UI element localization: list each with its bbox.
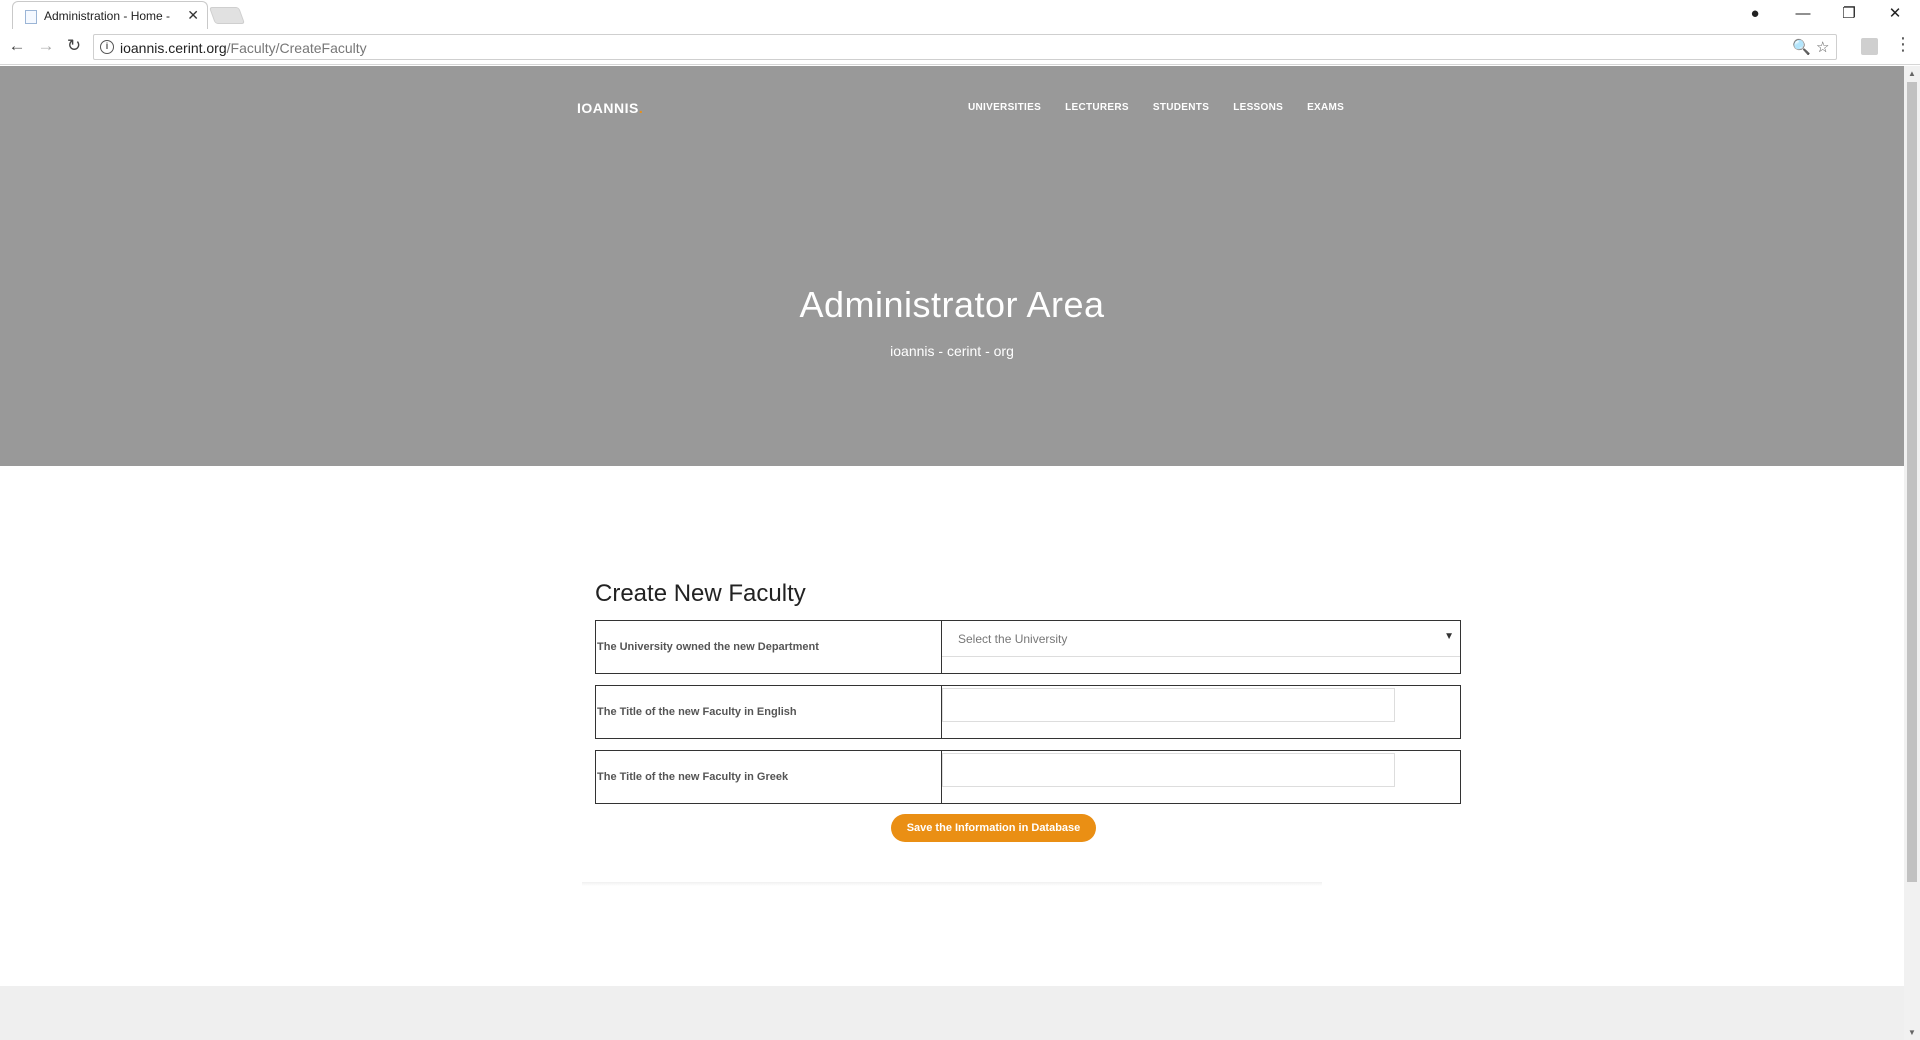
save-button[interactable]: Save the Information in Database [891, 814, 1096, 842]
university-select[interactable]: Select the University ▼ [942, 621, 1460, 657]
chevron-down-icon: ▼ [1444, 631, 1454, 642]
hero-banner: IOANNIS. UNIVERSITIES LECTURERS STUDENTS… [0, 66, 1904, 466]
form-title: Create New Faculty [595, 580, 806, 607]
minimize-button[interactable]: — [1780, 0, 1826, 29]
scroll-up-icon[interactable]: ▲ [1908, 69, 1916, 78]
english-title-row: The Title of the new Faculty in English [595, 685, 1461, 739]
main-nav: UNIVERSITIES LECTURERS STUDENTS LESSONS … [968, 102, 1368, 113]
scrollbar-thumb[interactable] [1907, 82, 1917, 882]
english-title-input[interactable] [942, 688, 1395, 722]
new-tab-button[interactable] [208, 7, 246, 24]
greek-title-input[interactable] [942, 753, 1395, 787]
nav-students[interactable]: STUDENTS [1153, 102, 1209, 113]
brand-name: IOANNIS [577, 100, 639, 116]
page-scrollbar[interactable]: ▲ ▼ [1904, 66, 1920, 1040]
bookmark-star-icon[interactable]: ☆ [1816, 38, 1829, 56]
url-path: /Faculty/CreateFaculty [226, 40, 367, 56]
page-footer [0, 986, 1904, 1040]
nav-exams[interactable]: EXAMS [1307, 102, 1344, 113]
nav-lecturers[interactable]: LECTURERS [1065, 102, 1129, 113]
nav-universities[interactable]: UNIVERSITIES [968, 102, 1041, 113]
url-host: ioannis.cerint.org [120, 40, 227, 56]
close-tab-icon[interactable]: ✕ [187, 7, 199, 24]
site-logo[interactable]: IOANNIS. [577, 100, 643, 116]
restore-button[interactable]: ❐ [1826, 0, 1872, 29]
page-heading: Administrator Area [799, 284, 1105, 325]
university-cell: Select the University ▼ [942, 621, 1460, 673]
scroll-down-icon[interactable]: ▼ [1908, 1028, 1916, 1037]
english-title-cell [942, 686, 1460, 738]
forward-icon[interactable]: → [35, 35, 57, 57]
extension-icon[interactable] [1861, 38, 1878, 55]
url-text[interactable]: ioannis.cerint.org/Faculty/CreateFaculty [120, 40, 367, 56]
section-divider [582, 882, 1322, 886]
greek-title-row: The Title of the new Faculty in Greek [595, 750, 1461, 804]
address-bar[interactable]: i ioannis.cerint.org/Faculty/CreateFacul… [93, 34, 1837, 60]
back-icon[interactable]: ← [6, 35, 28, 57]
tab-title: Administration - Home - [44, 9, 171, 23]
university-select-value: Select the University [958, 632, 1068, 646]
browser-toolbar: ← → ↻ i ioannis.cerint.org/Faculty/Creat… [0, 29, 1920, 65]
page-favicon-icon [25, 10, 37, 24]
zoom-icon[interactable]: 🔍 [1792, 38, 1811, 56]
brand-dot: . [638, 100, 644, 116]
create-faculty-form: Create New Faculty The University owned … [595, 580, 1461, 842]
info-icon[interactable]: i [100, 40, 114, 54]
greek-title-cell [942, 751, 1460, 803]
nav-lessons[interactable]: LESSONS [1233, 102, 1283, 113]
university-row: The University owned the new Department … [595, 620, 1461, 674]
greek-title-label: The Title of the new Faculty in Greek [596, 751, 942, 803]
english-title-label: The Title of the new Faculty in English [596, 686, 942, 738]
university-label: The University owned the new Department [596, 621, 942, 673]
page-subheading: ioannis - cerint - org [890, 343, 1014, 359]
page-viewport: IOANNIS. UNIVERSITIES LECTURERS STUDENTS… [0, 66, 1904, 1040]
account-icon[interactable]: ● [1732, 0, 1778, 29]
close-window-button[interactable]: ✕ [1872, 0, 1918, 29]
browser-tab[interactable]: Administration - Home - ✕ [12, 1, 208, 29]
form-actions: Save the Information in Database [595, 814, 1461, 842]
reload-icon[interactable]: ↻ [63, 35, 85, 57]
browser-menu-icon[interactable]: ⋮ [1894, 34, 1912, 55]
browser-tab-bar: Administration - Home - ✕ ● — ❐ ✕ [0, 0, 1920, 29]
